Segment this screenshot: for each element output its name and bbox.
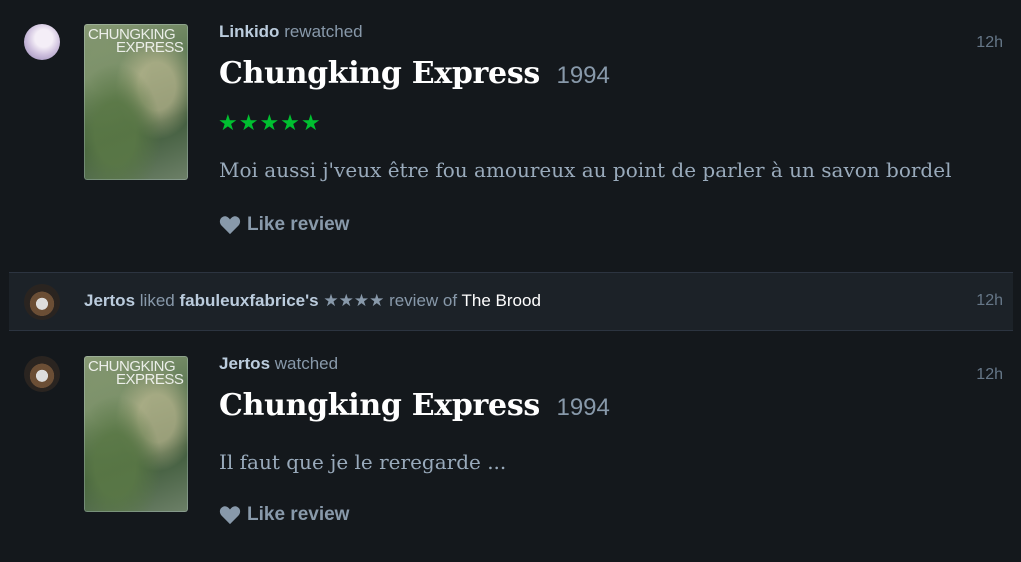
activity-entry: CHUNGKING EXPRESS Jertos watched 12h Chu… xyxy=(0,332,1021,562)
activity-text: Jertos liked fabuleuxfabrice's ★★★★ revi… xyxy=(84,291,541,311)
like-review-button[interactable]: Like review xyxy=(219,214,349,236)
review-of-label: review of xyxy=(389,291,458,310)
activity-entry: CHUNGKING EXPRESS Linkido rewatched 12h … xyxy=(0,0,1021,272)
film-year-link[interactable]: 1994 xyxy=(556,62,609,89)
activity-liked-row: Jertos liked fabuleuxfabrice's ★★★★ revi… xyxy=(9,272,1013,331)
like-review-label: Like review xyxy=(247,214,350,235)
username-link[interactable]: Linkido xyxy=(219,22,279,41)
username-link[interactable]: Jertos xyxy=(84,291,135,310)
like-review-label: Like review xyxy=(247,504,350,525)
activity-meta: Jertos watched xyxy=(219,354,338,374)
timestamp[interactable]: 12h xyxy=(976,366,1003,384)
film-poster[interactable]: CHUNGKING EXPRESS xyxy=(84,24,188,180)
heart-icon xyxy=(219,216,241,235)
username-link[interactable]: Jertos xyxy=(219,354,270,373)
rating-stars: ★★★★★ xyxy=(218,110,322,135)
film-title-link[interactable]: Chungking Express xyxy=(219,56,540,91)
like-review-button[interactable]: Like review xyxy=(219,504,349,526)
review-text[interactable]: Il faut que je le reregarde ... xyxy=(219,450,506,474)
heart-icon xyxy=(219,506,241,525)
timestamp[interactable]: 12h xyxy=(976,34,1003,52)
film-heading: Chungking Express 1994 xyxy=(219,388,610,423)
rating-stars: ★★★★ xyxy=(323,291,385,310)
film-year-link[interactable]: 1994 xyxy=(556,394,609,421)
review-text[interactable]: Moi aussi j'veux être fou amoureux au po… xyxy=(219,158,951,182)
film-title-link[interactable]: The Brood xyxy=(462,291,541,310)
avatar[interactable] xyxy=(24,284,60,320)
action-label: liked xyxy=(139,291,175,310)
film-title-link[interactable]: Chungking Express xyxy=(219,388,540,423)
avatar[interactable] xyxy=(24,24,60,60)
activity-meta: Linkido rewatched xyxy=(219,22,363,42)
avatar[interactable] xyxy=(24,356,60,392)
action-label: rewatched xyxy=(284,22,363,41)
poster-title: CHUNGKING EXPRESS xyxy=(88,358,184,388)
timestamp[interactable]: 12h xyxy=(976,292,1003,310)
action-label: watched xyxy=(274,354,339,373)
film-poster[interactable]: CHUNGKING EXPRESS xyxy=(84,356,188,512)
film-heading: Chungking Express 1994 xyxy=(219,56,610,91)
poster-title: CHUNGKING EXPRESS xyxy=(88,26,184,56)
review-author-link[interactable]: fabuleuxfabrice's xyxy=(179,291,318,310)
